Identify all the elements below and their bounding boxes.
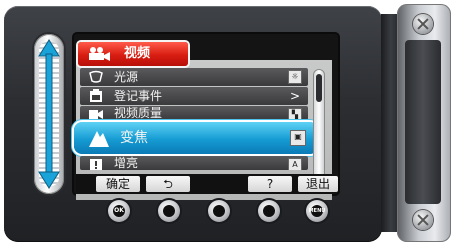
menu-item-light-source[interactable]: 光源 ☼ [80,68,308,86]
scrollbar-thumb[interactable] [316,74,322,102]
menu-scrollbar[interactable] [314,70,324,190]
menu-item-register-event[interactable]: 登记事件 > [80,87,308,105]
button-center [163,205,175,217]
menu-button[interactable]: MENU [306,200,328,222]
hardware-button-3[interactable] [208,200,230,222]
menu-item-video-quality[interactable]: 视频质量 ▚ [80,106,308,120]
menu-item-zoom[interactable]: 变焦 ▣ [74,122,318,154]
light-source-icon [89,70,103,83]
video-camera-icon [89,47,110,61]
zoom-setting-icon: ▣ [290,130,306,146]
exit-softkey[interactable]: 退出 [298,176,338,192]
menu-item-label: 登记事件 [114,89,163,103]
touch-slider[interactable] [34,34,64,194]
screw-icon [413,14,433,34]
button-center [213,205,225,217]
menu-item-label: 增亮 [114,156,139,170]
menu-title-tab: 视频 [78,42,188,66]
up-down-arrow-icon [38,39,60,189]
event-register-icon [90,89,102,102]
hardware-button-4[interactable] [258,200,280,222]
menu-item-label: 光源 [114,70,139,84]
hinge-panel [397,4,451,242]
screw-icon [413,210,433,230]
menu-title: 视频 [124,46,151,61]
quality-setting-icon: ▚ [288,108,302,120]
zoom-icon [89,131,109,147]
menu-button-label: MENU [308,208,326,214]
help-softkey[interactable]: ? [248,176,292,192]
light-setting-icon: ☼ [288,70,302,84]
hinge-inner [405,40,441,204]
ok-softkey[interactable]: 确定 [96,176,140,192]
hardware-button-2[interactable] [158,200,180,222]
menu-item-gain-up[interactable]: 增亮 A [80,156,308,170]
ok-button[interactable]: OK [108,200,130,222]
lcd-screen: 视频 光源 ☼ 登记事件 > 视频质量 ▚ 变焦 ▣ 增亮 A 确定 ⮌ ? 退… [74,34,338,200]
gain-up-icon [90,159,102,170]
back-softkey[interactable]: ⮌ [146,176,190,192]
ok-button-label: OK [114,207,124,214]
menu-item-label: 变焦 [120,130,148,146]
auto-setting-icon: A [288,158,302,170]
submenu-arrow-icon: > [289,89,301,103]
video-quality-icon [89,110,103,119]
button-center [263,205,275,217]
softkey-bar: 确定 ⮌ ? 退出 [76,174,338,194]
menu-item-label: 视频质量 [114,106,163,120]
